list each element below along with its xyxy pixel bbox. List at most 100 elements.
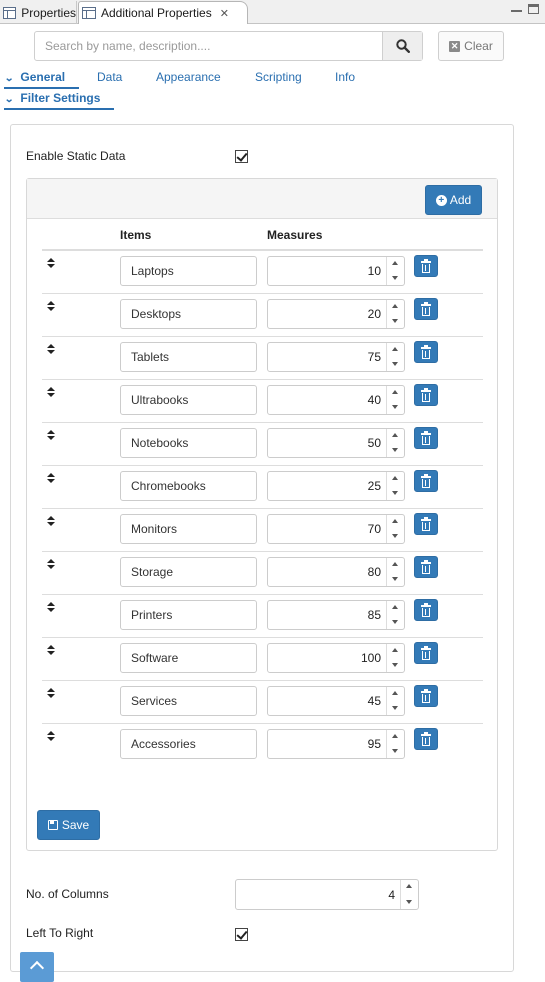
sort-handle-icon[interactable]: [47, 430, 55, 442]
decrement-icon[interactable]: [387, 486, 404, 500]
measure-input[interactable]: [268, 386, 386, 414]
columns-spinner[interactable]: [400, 880, 418, 909]
decrement-icon[interactable]: [387, 314, 404, 328]
increment-icon[interactable]: [387, 300, 404, 314]
delete-row-button[interactable]: [414, 427, 438, 449]
delete-row-button[interactable]: [414, 599, 438, 621]
measure-input[interactable]: [268, 343, 386, 371]
increment-icon[interactable]: [387, 343, 404, 357]
delete-row-button[interactable]: [414, 341, 438, 363]
decrement-icon[interactable]: [387, 357, 404, 371]
increment-icon[interactable]: [387, 515, 404, 529]
item-name-input[interactable]: [120, 385, 257, 415]
increment-icon[interactable]: [387, 730, 404, 744]
save-button[interactable]: Save: [37, 810, 100, 840]
sort-handle-icon[interactable]: [47, 688, 55, 700]
measure-spinner[interactable]: [386, 601, 404, 629]
measure-input[interactable]: [268, 730, 386, 758]
decrement-icon[interactable]: [387, 529, 404, 543]
measure-input[interactable]: [268, 257, 386, 285]
minimize-icon[interactable]: [511, 4, 522, 12]
tab-filter-settings[interactable]: ⌄ Filter Settings: [4, 91, 100, 105]
item-name-input[interactable]: [120, 686, 257, 716]
sort-handle-icon[interactable]: [47, 301, 55, 313]
decrement-icon[interactable]: [387, 572, 404, 586]
increment-icon[interactable]: [387, 472, 404, 486]
measure-spinner[interactable]: [386, 429, 404, 457]
delete-row-button[interactable]: [414, 556, 438, 578]
left-to-right-checkbox[interactable]: [235, 928, 248, 941]
clear-button[interactable]: ✕ Clear: [438, 31, 504, 61]
sort-handle-icon[interactable]: [47, 258, 55, 270]
close-tab-icon[interactable]: ✕: [220, 7, 229, 20]
delete-row-button[interactable]: [414, 298, 438, 320]
tab-scripting[interactable]: Scripting: [255, 70, 302, 84]
measure-spinner[interactable]: [386, 730, 404, 758]
enable-static-data-checkbox[interactable]: [235, 150, 248, 163]
columns-input[interactable]: [236, 880, 400, 909]
sort-handle-icon[interactable]: [47, 516, 55, 528]
item-name-input[interactable]: [120, 514, 257, 544]
decrement-icon[interactable]: [387, 271, 404, 285]
decrement-icon[interactable]: [387, 443, 404, 457]
delete-row-button[interactable]: [414, 255, 438, 277]
scroll-to-top-button[interactable]: [20, 952, 54, 982]
measure-spinner[interactable]: [386, 343, 404, 371]
increment-icon[interactable]: [401, 880, 418, 895]
measure-input[interactable]: [268, 472, 386, 500]
sort-handle-icon[interactable]: [47, 731, 55, 743]
measure-spinner[interactable]: [386, 515, 404, 543]
search-input[interactable]: [35, 32, 382, 60]
tab-data[interactable]: Data: [97, 70, 122, 84]
increment-icon[interactable]: [387, 644, 404, 658]
measure-spinner[interactable]: [386, 257, 404, 285]
search-button[interactable]: [382, 32, 422, 60]
tab-appearance[interactable]: Appearance: [156, 70, 221, 84]
decrement-icon[interactable]: [387, 400, 404, 414]
item-name-input[interactable]: [120, 428, 257, 458]
measure-input[interactable]: [268, 515, 386, 543]
tab-additional-properties[interactable]: Additional Properties ✕: [78, 1, 248, 24]
decrement-icon[interactable]: [387, 615, 404, 629]
decrement-icon[interactable]: [387, 701, 404, 715]
item-name-input[interactable]: [120, 557, 257, 587]
sort-handle-icon[interactable]: [47, 473, 55, 485]
increment-icon[interactable]: [387, 429, 404, 443]
measure-input[interactable]: [268, 644, 386, 672]
delete-row-button[interactable]: [414, 642, 438, 664]
measure-input[interactable]: [268, 300, 386, 328]
measure-spinner[interactable]: [386, 687, 404, 715]
item-name-input[interactable]: [120, 643, 257, 673]
increment-icon[interactable]: [387, 386, 404, 400]
delete-row-button[interactable]: [414, 513, 438, 535]
item-name-input[interactable]: [120, 471, 257, 501]
decrement-icon[interactable]: [401, 895, 418, 910]
measure-input[interactable]: [268, 558, 386, 586]
item-name-input[interactable]: [120, 256, 257, 286]
maximize-icon[interactable]: [528, 4, 539, 14]
add-button[interactable]: + Add: [425, 185, 482, 215]
measure-spinner[interactable]: [386, 472, 404, 500]
sort-handle-icon[interactable]: [47, 645, 55, 657]
measure-spinner[interactable]: [386, 558, 404, 586]
increment-icon[interactable]: [387, 558, 404, 572]
tab-info[interactable]: Info: [335, 70, 355, 84]
sort-handle-icon[interactable]: [47, 559, 55, 571]
delete-row-button[interactable]: [414, 728, 438, 750]
measure-input[interactable]: [268, 429, 386, 457]
item-name-input[interactable]: [120, 299, 257, 329]
decrement-icon[interactable]: [387, 744, 404, 758]
increment-icon[interactable]: [387, 257, 404, 271]
measure-spinner[interactable]: [386, 386, 404, 414]
increment-icon[interactable]: [387, 687, 404, 701]
item-name-input[interactable]: [120, 600, 257, 630]
delete-row-button[interactable]: [414, 470, 438, 492]
sort-handle-icon[interactable]: [47, 602, 55, 614]
delete-row-button[interactable]: [414, 685, 438, 707]
measure-spinner[interactable]: [386, 300, 404, 328]
decrement-icon[interactable]: [387, 658, 404, 672]
tab-general[interactable]: ⌄ General: [4, 70, 65, 84]
item-name-input[interactable]: [120, 342, 257, 372]
measure-spinner[interactable]: [386, 644, 404, 672]
measure-input[interactable]: [268, 687, 386, 715]
